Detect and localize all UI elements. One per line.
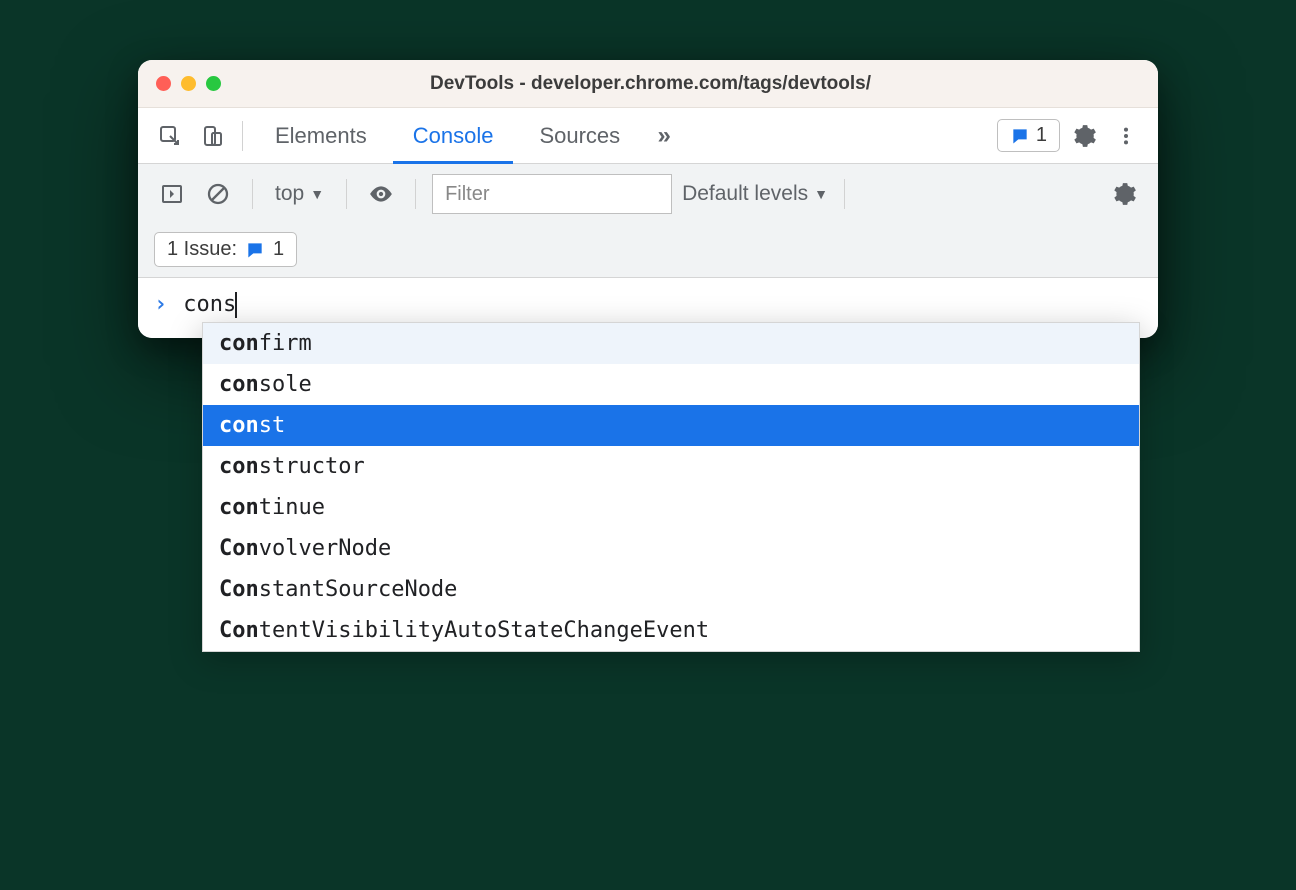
issues-badge[interactable]: 1: [997, 119, 1060, 152]
more-tabs-icon[interactable]: »: [646, 118, 682, 154]
autocomplete-match-prefix: con: [219, 331, 259, 356]
inspect-element-icon[interactable]: [152, 118, 188, 154]
window-title: DevTools - developer.chrome.com/tags/dev…: [221, 73, 1080, 95]
console-input-text: cons: [183, 292, 236, 317]
sidebar-toggle-icon[interactable]: [154, 176, 190, 212]
autocomplete-item[interactable]: ConvolverNode: [203, 528, 1139, 569]
autocomplete-match-prefix: con: [219, 372, 259, 397]
autocomplete-item[interactable]: console: [203, 364, 1139, 405]
autocomplete-popup: confirmconsoleconstconstructorcontinueCo…: [202, 322, 1140, 652]
autocomplete-rest: stantSourceNode: [259, 577, 458, 602]
caret: [235, 292, 237, 318]
autocomplete-rest: st: [259, 413, 286, 438]
tab-console[interactable]: Console: [393, 108, 514, 164]
autocomplete-rest: tentVisibilityAutoStateChangeEvent: [259, 618, 709, 643]
prompt-chevron-icon: ›: [154, 292, 167, 317]
autocomplete-item[interactable]: const: [203, 405, 1139, 446]
autocomplete-rest: sole: [259, 372, 312, 397]
levels-label: Default levels: [682, 182, 808, 206]
issue-label: 1 Issue:: [167, 238, 237, 261]
autocomplete-match-prefix: Con: [219, 536, 259, 561]
minimize-button[interactable]: [181, 76, 196, 91]
context-label: top: [275, 182, 304, 206]
close-button[interactable]: [156, 76, 171, 91]
issue-pill[interactable]: 1 Issue: 1: [154, 232, 297, 267]
titlebar: DevTools - developer.chrome.com/tags/dev…: [138, 60, 1158, 108]
chevron-down-icon: ▼: [310, 186, 324, 202]
autocomplete-match-prefix: con: [219, 413, 259, 438]
autocomplete-item[interactable]: ContentVisibilityAutoStateChangeEvent: [203, 610, 1139, 651]
divider: [415, 179, 416, 209]
autocomplete-item[interactable]: constructor: [203, 446, 1139, 487]
settings-icon[interactable]: [1066, 118, 1102, 154]
divider: [346, 179, 347, 209]
console-settings-icon[interactable]: [1106, 176, 1142, 212]
devtools-window: DevTools - developer.chrome.com/tags/dev…: [138, 60, 1158, 338]
clear-console-icon[interactable]: [200, 176, 236, 212]
tab-sources[interactable]: Sources: [519, 108, 640, 164]
issues-count: 1: [1036, 124, 1047, 147]
autocomplete-item[interactable]: confirm: [203, 323, 1139, 364]
autocomplete-rest: volverNode: [259, 536, 391, 561]
levels-selector[interactable]: Default levels ▼: [682, 182, 828, 206]
tab-elements[interactable]: Elements: [255, 108, 387, 164]
console-input[interactable]: cons: [183, 292, 236, 317]
autocomplete-rest: structor: [259, 454, 365, 479]
divider: [252, 179, 253, 209]
autocomplete-rest: tinue: [259, 495, 325, 520]
traffic-lights: [156, 76, 221, 91]
autocomplete-match-prefix: Con: [219, 618, 259, 643]
live-expression-icon[interactable]: [363, 176, 399, 212]
console-prompt-line[interactable]: › cons: [138, 286, 1158, 323]
device-toggle-icon[interactable]: [194, 118, 230, 154]
autocomplete-match-prefix: con: [219, 454, 259, 479]
chevron-down-icon: ▼: [814, 186, 828, 202]
maximize-button[interactable]: [206, 76, 221, 91]
issue-count: 1: [273, 238, 284, 261]
autocomplete-item[interactable]: ConstantSourceNode: [203, 569, 1139, 610]
autocomplete-match-prefix: con: [219, 495, 259, 520]
kebab-menu-icon[interactable]: [1108, 118, 1144, 154]
main-tabbar: Elements Console Sources » 1: [138, 108, 1158, 164]
filter-input[interactable]: [432, 174, 672, 214]
autocomplete-match-prefix: Con: [219, 577, 259, 602]
console-body: › cons confirmconsoleconstconstructorcon…: [138, 278, 1158, 338]
divider: [844, 179, 845, 209]
autocomplete-item[interactable]: continue: [203, 487, 1139, 528]
autocomplete-rest: firm: [259, 331, 312, 356]
context-selector[interactable]: top ▼: [269, 182, 330, 206]
divider: [242, 121, 243, 151]
console-toolbar: top ▼ Default levels ▼ 1 Issue: 1: [138, 164, 1158, 278]
